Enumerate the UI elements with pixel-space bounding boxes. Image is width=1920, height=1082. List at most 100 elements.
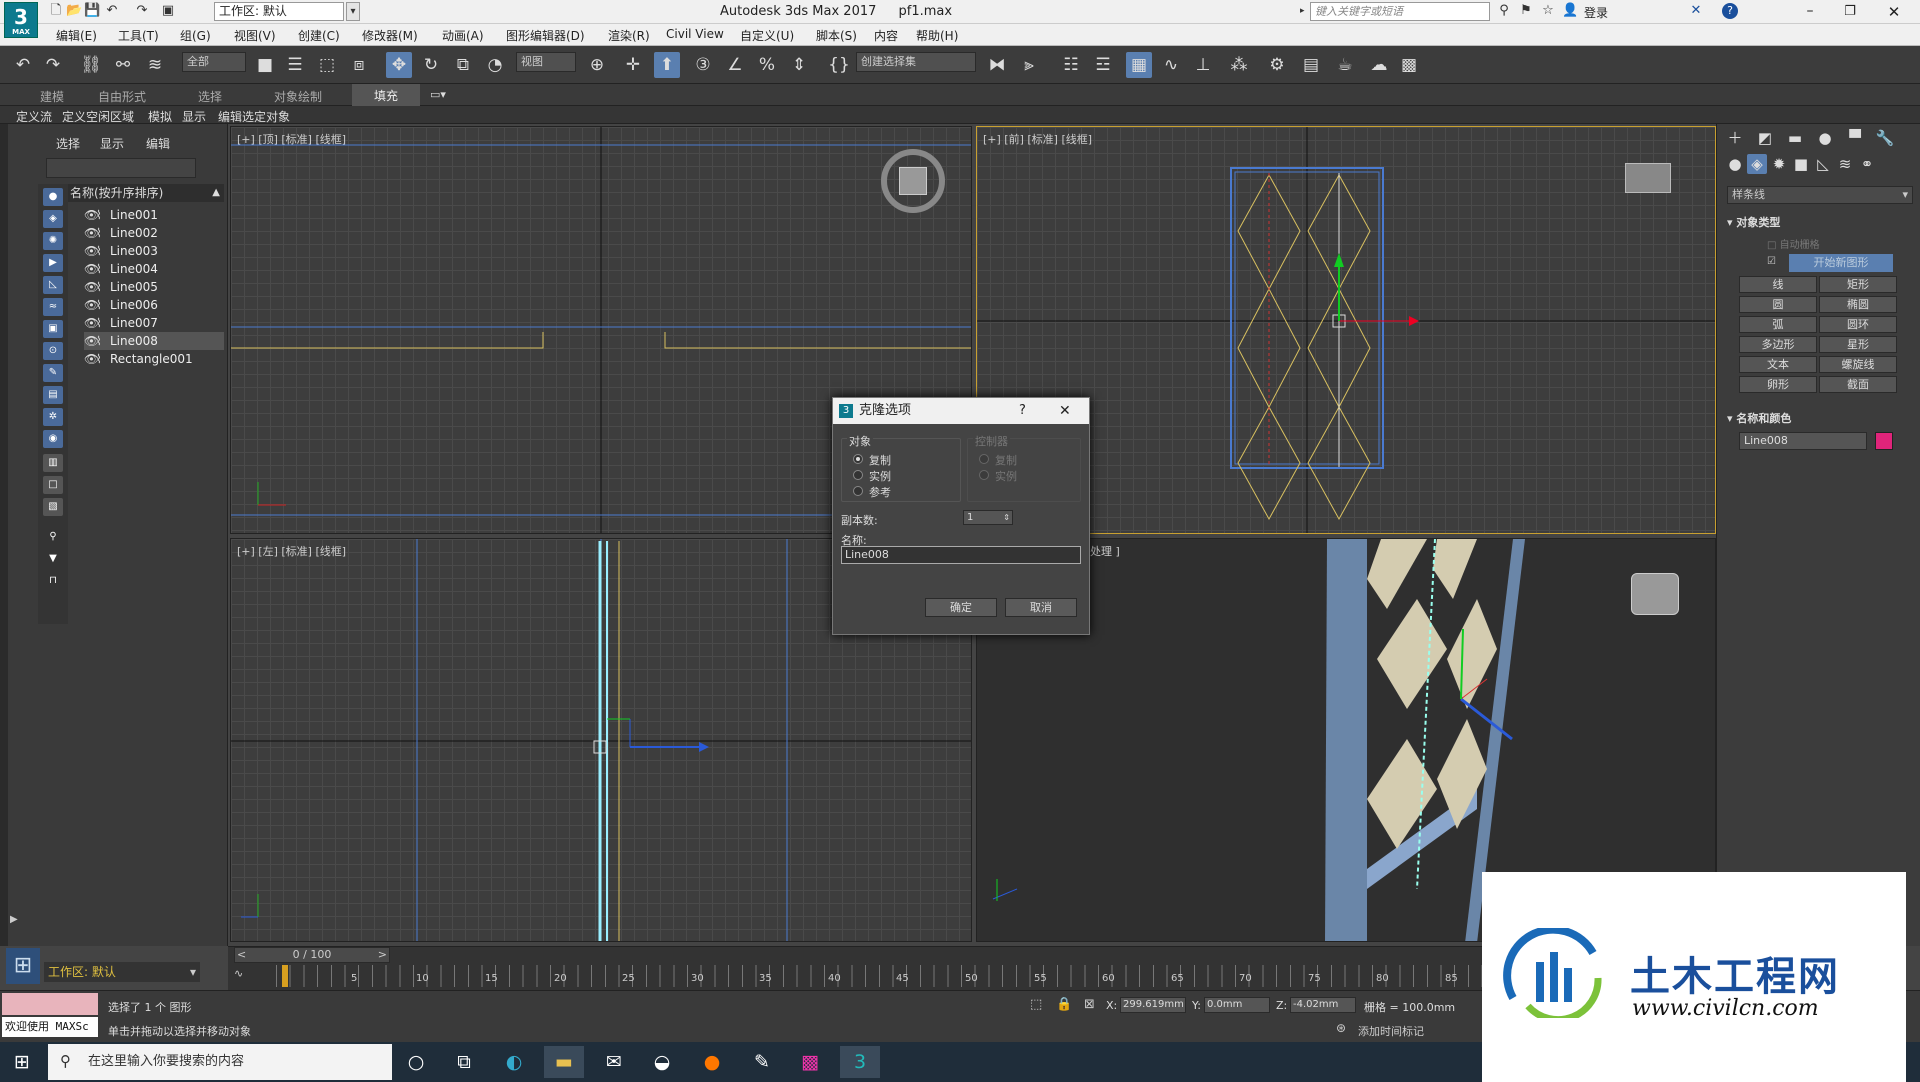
a360-gallery-icon[interactable]: ▩ (1396, 52, 1422, 78)
viewport-layout-icon[interactable]: ⊞ (6, 948, 40, 984)
panel-edit-selected[interactable]: 编辑选定对象 (218, 108, 290, 125)
menu-customize[interactable]: 自定义(U) (740, 27, 794, 44)
eye-icon[interactable]: 👁 (84, 332, 99, 350)
render-production-icon[interactable]: ☕ (1332, 52, 1358, 78)
reference-radio-label[interactable]: 参考 (869, 484, 891, 500)
select-rotate-icon[interactable]: ↻ (418, 52, 444, 78)
percent-snap-icon[interactable]: % (754, 52, 780, 78)
workspace-selector[interactable]: 工作区: 默认 (214, 2, 344, 21)
menu-group[interactable]: 组(G) (180, 27, 211, 44)
ok-button[interactable]: 确定 (925, 598, 997, 617)
time-tag-icon[interactable]: ⊛ (1336, 1021, 1346, 1035)
taskbar-search-input[interactable]: 在这里输入你要搜索的内容 (48, 1044, 392, 1080)
explorer-search-input[interactable] (46, 158, 196, 178)
viewport-front-label[interactable]: [+] [前] [标准] [线框] (983, 131, 1092, 147)
ngon-button[interactable]: 多边形 (1739, 336, 1817, 353)
filter-groups-icon[interactable]: ▣ (43, 320, 63, 338)
dialog-close-button[interactable]: ✕ (1059, 398, 1071, 424)
app-icon-2[interactable]: ◒ (642, 1046, 682, 1078)
select-object-icon[interactable]: ■ (252, 52, 278, 78)
select-manipulate-icon[interactable]: ✛ (620, 52, 646, 78)
geometry-category-icon[interactable]: ● (1725, 154, 1745, 174)
angle-snap-icon[interactable]: ∠ (722, 52, 748, 78)
menu-scripting[interactable]: 脚本(S) (816, 27, 857, 44)
project-icon[interactable]: ▣ (160, 3, 176, 19)
rendered-frame-window-icon[interactable]: ▤ (1298, 52, 1324, 78)
file-explorer-icon[interactable]: ▬ (544, 1046, 584, 1078)
eye-icon[interactable]: 👁 (84, 224, 99, 242)
mirror-icon[interactable]: ⧓ (984, 52, 1010, 78)
viewcube-icon[interactable] (881, 149, 945, 213)
systems-category-icon[interactable]: ⚭ (1857, 154, 1877, 174)
viewport-left-label[interactable]: [+] [左] [标准] [线框] (237, 543, 346, 559)
menu-content[interactable]: 内容 (874, 27, 898, 44)
pivot-center-icon[interactable]: ⊕ (584, 52, 610, 78)
help-icon[interactable]: ? (1722, 3, 1738, 19)
menu-views[interactable]: 视图(V) (234, 27, 276, 44)
curve-editor-icon[interactable]: ∿ (1158, 52, 1184, 78)
autogrid-checkbox[interactable]: □ 自动栅格 (1767, 236, 1820, 251)
eye-icon[interactable]: 👁 (84, 242, 99, 260)
eye-icon[interactable]: 👁 (84, 206, 99, 224)
scene-item-line002[interactable]: 👁⌇ Line002 (84, 224, 224, 242)
rectangle-button[interactable]: 矩形 (1819, 276, 1897, 293)
cortana-icon[interactable]: ○ (396, 1046, 436, 1078)
menu-edit[interactable]: 编辑(E) (56, 27, 97, 44)
motion-tab-icon[interactable]: ● (1815, 128, 1835, 148)
app-icon-3[interactable]: ▩ (790, 1046, 830, 1078)
rollout-object-type[interactable]: ▾ 对象类型 (1727, 214, 1780, 230)
panel-define-idle-areas[interactable]: 定义空闲区域 (62, 108, 134, 125)
filter-funnel-icon[interactable]: ▼ (43, 550, 63, 568)
select-move-icon[interactable]: ✥ (386, 52, 412, 78)
display-invert-icon[interactable]: ▧ (43, 498, 63, 516)
display-all-icon[interactable]: ▥ (43, 454, 63, 472)
eye-icon[interactable]: 👁 (84, 260, 99, 278)
clone-name-input[interactable]: Line008 (841, 546, 1081, 564)
search-expand-icon[interactable]: ▸ (1300, 2, 1308, 21)
utilities-tab-icon[interactable]: 🔧 (1875, 128, 1895, 148)
star-button[interactable]: 星形 (1819, 336, 1897, 353)
redo-icon[interactable]: ↷ (134, 3, 150, 19)
filter-containers-icon[interactable]: ▤ (43, 386, 63, 404)
expand-arrow-icon[interactable]: ▶ (10, 914, 24, 930)
filter-spacewarps-icon[interactable]: ≈ (43, 298, 63, 316)
keyboard-shortcut-override-icon[interactable]: ⬆ (654, 52, 680, 78)
filter-frozen-icon[interactable]: ◉ (43, 430, 63, 448)
window-crossing-icon[interactable]: ⧈ (346, 52, 372, 78)
menu-civil-view[interactable]: Civil View (666, 27, 724, 41)
find-icon[interactable]: ⚲ (43, 528, 63, 546)
snaps-toggle-icon[interactable]: ③ (690, 52, 716, 78)
y-coordinate-input[interactable]: 0.0mm (1204, 997, 1270, 1013)
material-editor-icon[interactable]: ⁂ (1226, 52, 1252, 78)
start-new-shape-checkbox[interactable]: ☑ (1767, 256, 1776, 267)
menu-tools[interactable]: 工具(T) (118, 27, 159, 44)
filter-cameras-icon[interactable]: ▶ (43, 254, 63, 272)
copy-radio-label[interactable]: 复制 (869, 452, 891, 468)
line-button[interactable]: 线 (1739, 276, 1817, 293)
windows-start-icon[interactable]: ⊞ (2, 1046, 42, 1078)
spacewarps-category-icon[interactable]: ≋ (1835, 154, 1855, 174)
tab-selection[interactable]: 选择 (198, 88, 222, 105)
z-coordinate-input[interactable]: -4.02mm (1290, 997, 1356, 1013)
login-link[interactable]: 登录 (1584, 4, 1608, 21)
placement-icon[interactable]: ◔ (482, 52, 508, 78)
reference-radio[interactable] (853, 486, 863, 496)
open-file-icon[interactable]: 📂 (66, 3, 82, 19)
select-scale-icon[interactable]: ⧉ (450, 52, 476, 78)
spinner-snap-icon[interactable]: ⇕ (786, 52, 812, 78)
unlink-icon[interactable]: ⚯ (110, 52, 136, 78)
x-coordinate-input[interactable]: 299.619mm (1120, 997, 1186, 1013)
scene-item-line001[interactable]: 👁⌇ Line001 (84, 206, 224, 224)
viewport-top-label[interactable]: [+] [顶] [标准] [线框] (237, 131, 346, 147)
scene-item-line003[interactable]: 👁⌇ Line003 (84, 242, 224, 260)
egg-button[interactable]: 卵形 (1739, 376, 1817, 393)
helpers-category-icon[interactable]: ◺ (1813, 154, 1833, 174)
tab-populate[interactable]: 填充 (352, 84, 421, 107)
display-tab-icon[interactable]: ▀ (1845, 128, 1865, 148)
undo-icon[interactable]: ↶ (104, 3, 120, 19)
render-cloud-icon[interactable]: ☁ (1366, 52, 1392, 78)
maxscript-listener-mini[interactable] (2, 993, 98, 1015)
bind-spacewarp-icon[interactable]: ≋ (142, 52, 168, 78)
absolute-mode-icon[interactable]: ⊠ (1084, 997, 1095, 1012)
dialog-help-button[interactable]: ? (1019, 398, 1026, 424)
